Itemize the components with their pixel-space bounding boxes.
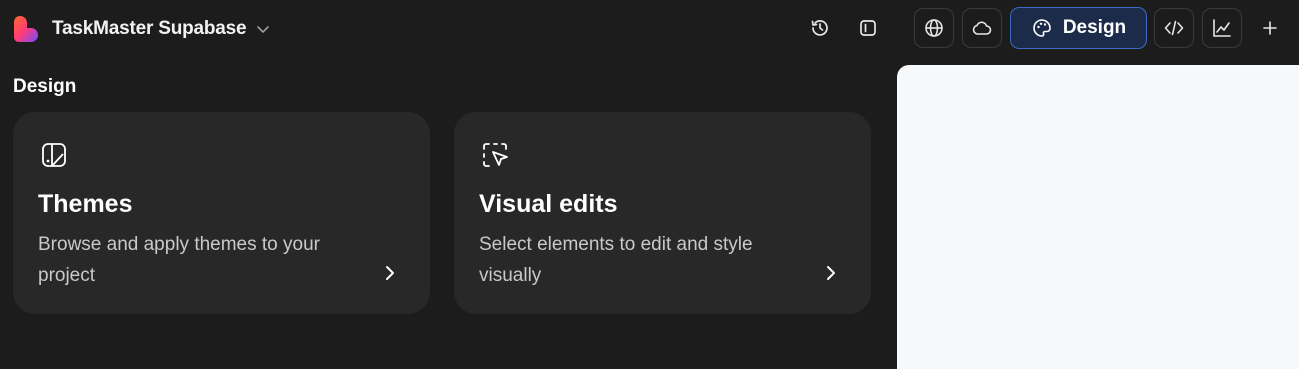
project-switcher[interactable]: TaskMaster Supabase — [13, 14, 270, 44]
theme-palette-icon — [42, 143, 66, 167]
cursor-select-icon — [483, 143, 508, 167]
chevron-down-icon — [257, 26, 270, 33]
cloud-icon — [972, 21, 992, 35]
brand-logo-icon — [14, 16, 38, 42]
history-button[interactable] — [800, 8, 840, 48]
chevron-right-icon — [827, 266, 835, 280]
card-description: Browse and apply themes to your project — [38, 234, 320, 286]
card-title: Visual edits — [479, 190, 618, 218]
code-icon — [1164, 20, 1184, 36]
panel-title: Design — [13, 76, 77, 97]
palette-icon — [1033, 19, 1051, 37]
sidebar-icon — [860, 20, 876, 36]
design-button-label: Design — [1062, 17, 1127, 38]
globe-icon — [925, 19, 943, 37]
visual-edits-card[interactable]: Visual edits Select elements to edit and… — [454, 112, 871, 314]
plus-icon — [1263, 21, 1277, 35]
sidebar-toggle-button[interactable] — [848, 8, 888, 48]
themes-card[interactable]: Themes Browse and apply themes to your p… — [13, 112, 430, 314]
project-name: TaskMaster Supabase — [52, 18, 247, 39]
history-icon — [811, 20, 828, 36]
code-button[interactable] — [1154, 8, 1194, 48]
card-title: Themes — [38, 190, 133, 218]
chevron-right-icon — [386, 266, 394, 280]
top-bar: TaskMaster Supabase Design — [0, 0, 1299, 58]
analytics-button[interactable] — [1202, 8, 1242, 48]
card-description: Select elements to edit and style visual… — [479, 234, 753, 286]
cloud-button[interactable] — [962, 8, 1002, 48]
design-button[interactable]: Design — [1010, 7, 1147, 49]
preview-pane[interactable] — [897, 65, 1299, 369]
chart-line-icon — [1213, 19, 1231, 37]
publish-button[interactable] — [914, 8, 954, 48]
add-button[interactable] — [1250, 8, 1290, 48]
